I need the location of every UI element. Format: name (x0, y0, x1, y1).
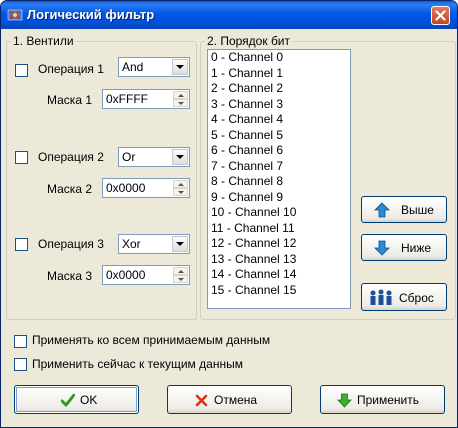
operation-2-label: Операция 2 (38, 150, 104, 164)
apply-button[interactable]: Применить (320, 385, 445, 414)
window-title: Логический фильтр (27, 7, 155, 22)
apply-now-checkbox[interactable] (14, 358, 27, 371)
apply-all-checkbox[interactable] (14, 335, 27, 348)
gates-legend: 1. Вентили (11, 34, 76, 48)
mask-1-value: 0xFFFF (106, 92, 148, 106)
chevron-down-icon[interactable] (172, 149, 188, 165)
mask-3-label: Маска 3 (47, 269, 92, 283)
mask-3-spinner[interactable] (173, 267, 188, 283)
move-down-button[interactable]: Ниже (361, 234, 447, 261)
apply-label: Применить (357, 393, 420, 407)
move-up-label: Выше (401, 203, 434, 217)
cancel-button[interactable]: Отмена (167, 385, 292, 414)
list-item[interactable]: 4 - Channel 4 (208, 112, 350, 128)
ok-button[interactable]: OK (14, 385, 139, 414)
spin-down-icon[interactable] (173, 188, 188, 196)
ok-label: OK (80, 393, 98, 407)
mask-3-input[interactable]: 0x0000 (102, 265, 190, 285)
bit-order-legend: 2. Порядок бит (205, 34, 293, 48)
arrow-up-icon (374, 202, 390, 218)
cross-icon (195, 394, 208, 407)
operation-3-checkbox[interactable] (15, 238, 28, 251)
list-item[interactable]: 12 - Channel 12 (208, 236, 350, 252)
apply-all-label: Применять ко всем принимаемым данным (32, 333, 271, 347)
operation-3-value: Xor (122, 237, 141, 251)
list-item[interactable]: 9 - Channel 9 (208, 190, 350, 206)
list-item[interactable]: 11 - Channel 11 (208, 221, 350, 237)
list-item[interactable]: 3 - Channel 3 (208, 97, 350, 113)
arrow-down-icon (374, 240, 390, 256)
list-item[interactable]: 15 - Channel 15 (208, 283, 350, 299)
mask-1-label: Маска 1 (47, 93, 92, 107)
operation-3-label: Операция 3 (38, 237, 104, 251)
list-item[interactable]: 6 - Channel 6 (208, 143, 350, 159)
bit-order-list[interactable]: 0 - Channel 0 1 - Channel 1 2 - Channel … (207, 49, 351, 309)
close-button[interactable] (431, 6, 450, 25)
list-item[interactable]: 14 - Channel 14 (208, 267, 350, 283)
mask-3-value: 0x0000 (106, 268, 146, 282)
operation-1-checkbox[interactable] (15, 64, 28, 77)
checkmark-icon (61, 394, 75, 407)
title-bar[interactable]: Логический фильтр (1, 1, 457, 29)
operation-1-value: And (122, 60, 144, 74)
reset-button[interactable]: Сброс (361, 283, 447, 311)
mask-1-input[interactable]: 0xFFFF (102, 89, 190, 109)
operation-2-select[interactable]: Or (118, 147, 190, 167)
list-item[interactable]: 5 - Channel 5 (208, 128, 350, 144)
operation-2-value: Or (122, 150, 136, 164)
mask-2-value: 0x0000 (106, 181, 146, 195)
operation-1-select[interactable]: And (118, 57, 190, 77)
chevron-down-icon[interactable] (172, 59, 188, 75)
operation-1-label: Операция 1 (38, 62, 104, 76)
mask-2-spinner[interactable] (173, 180, 188, 196)
move-down-label: Ниже (401, 241, 432, 255)
list-item[interactable]: 13 - Channel 13 (208, 252, 350, 268)
spin-up-icon[interactable] (173, 267, 188, 275)
mask-2-label: Маска 2 (47, 182, 92, 196)
chevron-down-icon[interactable] (172, 236, 188, 252)
operation-2-checkbox[interactable] (15, 151, 28, 164)
spin-up-icon[interactable] (173, 91, 188, 99)
list-item[interactable]: 1 - Channel 1 (208, 66, 350, 82)
list-item[interactable]: 8 - Channel 8 (208, 174, 350, 190)
people-icon (370, 289, 392, 305)
list-item[interactable]: 2 - Channel 2 (208, 81, 350, 97)
list-item[interactable]: 7 - Channel 7 (208, 159, 350, 175)
close-icon (435, 10, 446, 21)
arrow-down-green-icon (337, 393, 352, 408)
logic-filter-dialog: Логический фильтр 1. Вентили Операция 1 … (0, 0, 458, 428)
mask-1-spinner[interactable] (173, 91, 188, 107)
mask-2-input[interactable]: 0x0000 (102, 178, 190, 198)
spin-down-icon[interactable] (173, 275, 188, 283)
list-item[interactable]: 0 - Channel 0 (208, 50, 350, 66)
app-icon (7, 9, 23, 21)
list-item[interactable]: 10 - Channel 10 (208, 205, 350, 221)
spin-up-icon[interactable] (173, 180, 188, 188)
spin-down-icon[interactable] (173, 99, 188, 107)
reset-label: Сброс (399, 291, 434, 305)
apply-now-label: Применить сейчас к текущим данным (32, 357, 243, 371)
operation-3-select[interactable]: Xor (118, 234, 190, 254)
cancel-label: Отмена (214, 393, 258, 407)
move-up-button[interactable]: Выше (361, 196, 447, 223)
